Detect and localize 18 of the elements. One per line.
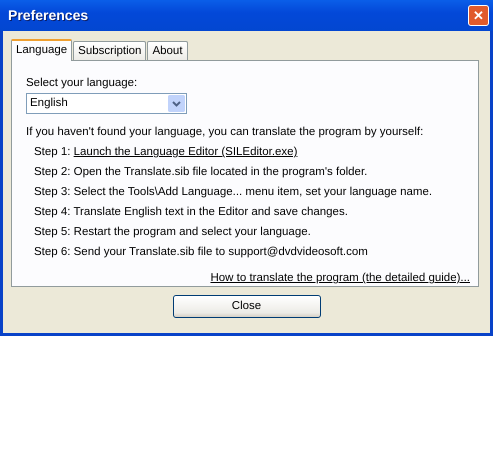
- step-text: Step 1: Launch the Language Editor (SILEditor.exe): [34, 145, 298, 160]
- tab[interactable]: Language: [11, 39, 72, 61]
- step-text: Step 3: Select the Tools\Add Language... menu item, set your language name.: [34, 185, 434, 200]
- close-button[interactable]: Close: [172, 295, 320, 318]
- step-link[interactable]: Launch the Language Editor (SILEditor.exe): [74, 146, 298, 158]
- intro-text: If you haven't found your language, you can translate the program by yourself:: [26, 125, 424, 140]
- close-button[interactable]: ✕: [468, 5, 489, 26]
- window-title: Preferences: [7, 6, 88, 25]
- tab[interactable]: Subscription: [73, 41, 146, 60]
- step-text: Step 2: Open the Translate.sib file located in the program's folder.: [34, 165, 368, 180]
- step-text: Step 6: Send your Translate.sib file to support@dvdvideosoft.com: [34, 245, 369, 260]
- step-text: Step 5: Restart the program and select your language.: [34, 225, 312, 240]
- language-dropdown[interactable]: English: [26, 93, 187, 114]
- language-label: Select your language:: [26, 76, 138, 91]
- tab[interactable]: About: [147, 41, 188, 60]
- dropdown-arrow-icon: [168, 95, 185, 112]
- step-text: Step 4: Translate English text in the Editor and save changes.: [34, 205, 349, 220]
- guide-link[interactable]: How to translate the program (the detailed guide)...: [210, 270, 470, 288]
